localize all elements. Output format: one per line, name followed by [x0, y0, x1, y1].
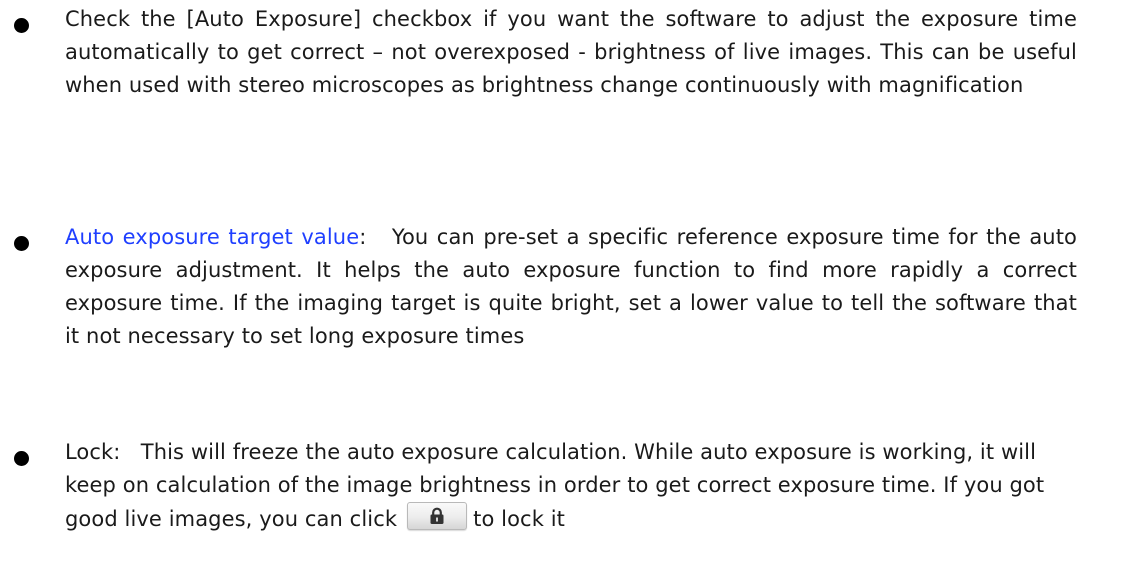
term-auto-exposure-target-value: Auto exposure target value [65, 225, 360, 249]
bullet-icon [14, 236, 29, 251]
bullet-icon [14, 18, 29, 33]
lock-icon [430, 507, 444, 524]
document-page: Check the [Auto Exposure] checkbox if yo… [0, 0, 1126, 567]
list-item-text: Auto exposure target value: You can pre-… [65, 221, 1077, 353]
list-item-text: Check the [Auto Exposure] checkbox if yo… [65, 7, 1077, 97]
bullet-icon [14, 451, 29, 466]
list-item-description-end: to lock it [473, 507, 565, 531]
lock-button[interactable] [407, 502, 468, 530]
list-item-text: Lock: This will freeze the auto exposure… [65, 436, 1077, 536]
